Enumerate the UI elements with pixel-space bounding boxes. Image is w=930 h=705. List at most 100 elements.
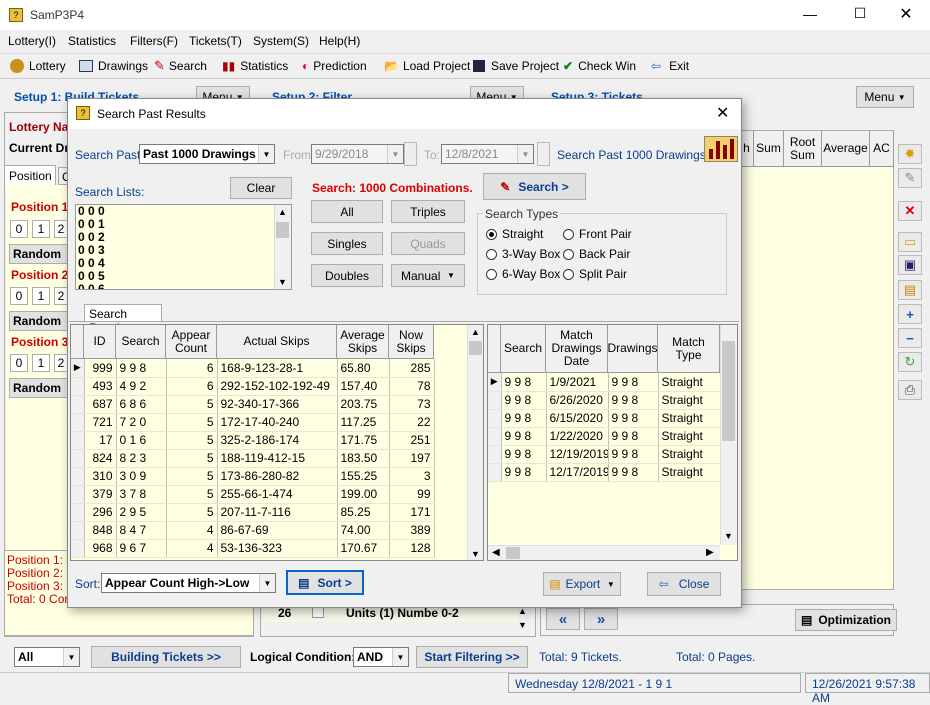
- table-row[interactable]: 9 9 8 1/22/2020 9 9 8 Straight: [488, 427, 721, 446]
- table-row[interactable]: ▶ 999 9 9 8 6 168-9-123-28-1 65.80 285: [71, 359, 435, 378]
- menu-tickets[interactable]: Tickets(T): [189, 34, 242, 48]
- radio-front-pair[interactable]: Front Pair: [563, 227, 632, 241]
- optimization-button[interactable]: ▤ Optimization: [795, 609, 897, 631]
- left-grid-scrollbar[interactable]: [467, 325, 483, 560]
- edit-icon[interactable]: ✎: [898, 168, 922, 188]
- toolbar-lottery[interactable]: Lottery: [10, 55, 66, 77]
- folder-icon[interactable]: ▭: [898, 232, 922, 252]
- scroll-up-icon[interactable]: ▲: [471, 327, 480, 337]
- scroll-thumb[interactable]: [276, 222, 289, 238]
- radio-split-pair[interactable]: Split Pair: [563, 267, 627, 281]
- sort-select[interactable]: Appear Count High->Low ▼: [101, 573, 276, 593]
- all-button[interactable]: All: [311, 200, 383, 223]
- clear-button[interactable]: Clear: [230, 177, 292, 199]
- scroll-right-icon[interactable]: ▶: [706, 547, 714, 558]
- setup3-menu-button[interactable]: Menu ▼: [856, 86, 914, 108]
- plus-icon[interactable]: +: [898, 304, 922, 324]
- search-button[interactable]: ✎ Search >: [483, 173, 586, 200]
- toolbar-search[interactable]: ✎ Search: [154, 55, 207, 77]
- table-row[interactable]: 379 3 7 8 5 255-66-1-474 199.00 99: [71, 485, 435, 504]
- triples-button[interactable]: Triples: [391, 200, 465, 223]
- minimize-button[interactable]: —: [800, 6, 820, 22]
- print-icon[interactable]: ⎙: [898, 380, 922, 400]
- sort-button[interactable]: ▤ Sort >: [286, 570, 364, 595]
- table-row[interactable]: 721 7 2 0 5 172-17-40-240 117.25 22: [71, 413, 435, 432]
- export-button[interactable]: ▤ Export ▼: [543, 572, 621, 596]
- logical-condition-select[interactable]: AND ▼: [353, 647, 409, 667]
- start-filtering-button[interactable]: Start Filtering >>: [416, 646, 528, 668]
- menu-lottery[interactable]: Lottery(I): [8, 34, 56, 48]
- pos2-digit-0[interactable]: 0: [10, 287, 28, 305]
- quads-button[interactable]: Quads: [391, 232, 465, 255]
- next-page-button[interactable]: »: [584, 608, 618, 630]
- table-row[interactable]: 9 9 8 12/17/2019 9 9 8 Straight: [488, 463, 721, 482]
- to-date-picker[interactable]: 12/8/2021 ▼: [441, 144, 534, 164]
- scroll-thumb[interactable]: [722, 341, 735, 441]
- search-past-select[interactable]: Past 1000 Drawings ▼: [139, 144, 275, 164]
- table-row[interactable]: 310 3 0 9 5 173-86-280-82 155.25 3: [71, 467, 435, 486]
- scroll-down-icon[interactable]: ▼: [518, 620, 527, 630]
- scroll-up-icon[interactable]: ▲: [278, 207, 287, 217]
- table-row[interactable]: ▶ 9 9 8 1/9/2021 9 9 8 Straight: [488, 373, 721, 392]
- toolbar-drawings[interactable]: Drawings: [79, 55, 148, 77]
- table-row[interactable]: 9 9 8 6/15/2020 9 9 8 Straight: [488, 409, 721, 428]
- scroll-left-icon[interactable]: ◀: [492, 547, 500, 558]
- pos1-digit-0[interactable]: 0: [10, 220, 28, 238]
- search-results-tab[interactable]: Search Results: [84, 304, 162, 335]
- pos3-digit-0[interactable]: 0: [10, 354, 28, 372]
- table-row[interactable]: 968 9 6 7 4 53-136-323 170.67 128: [71, 539, 435, 558]
- toolbar-save-project[interactable]: Save Project: [473, 55, 559, 77]
- pos3-digit-2[interactable]: 2: [54, 354, 68, 372]
- disk-icon[interactable]: ▣: [898, 255, 922, 275]
- pos2-digit-2[interactable]: 2: [54, 287, 68, 305]
- toolbar-statistics[interactable]: ▮▮ Statistics: [222, 55, 288, 77]
- from-spin[interactable]: [404, 142, 417, 166]
- toolbar-load-project[interactable]: 📂 Load Project: [384, 55, 470, 77]
- right-grid-hscroll[interactable]: [488, 545, 720, 560]
- pos3-random-button[interactable]: Random: [9, 378, 68, 398]
- dialog-close-button[interactable]: ✕: [716, 103, 729, 123]
- delete-icon[interactable]: ✕: [898, 201, 922, 221]
- toolbar-exit[interactable]: ⇦ Exit: [651, 55, 689, 77]
- pos2-digit-1[interactable]: 1: [32, 287, 50, 305]
- building-tickets-button[interactable]: Building Tickets >>: [91, 646, 241, 668]
- pos1-digit-2[interactable]: 2: [54, 220, 68, 238]
- maximize-button[interactable]: ☐: [850, 5, 870, 22]
- table-row[interactable]: 296 2 9 5 5 207-11-7-116 85.25 171: [71, 503, 435, 522]
- menu-filters[interactable]: Filters(F): [130, 34, 178, 48]
- scroll-down-icon[interactable]: ▼: [724, 531, 733, 541]
- table-row[interactable]: 848 8 4 7 4 86-67-69 74.00 389: [71, 521, 435, 540]
- search-list-item[interactable]: 0 0 6: [78, 283, 105, 289]
- singles-button[interactable]: Singles: [311, 232, 383, 255]
- table-row[interactable]: 687 6 8 6 5 92-340-17-366 203.75 73: [71, 395, 435, 414]
- scroll-down-icon[interactable]: ▼: [278, 277, 287, 287]
- first-page-button[interactable]: «: [546, 608, 580, 630]
- menu-statistics[interactable]: Statistics: [68, 34, 116, 48]
- from-date-picker[interactable]: 9/29/2018 ▼: [311, 144, 404, 164]
- to-spin[interactable]: [537, 142, 550, 166]
- all-filter-select[interactable]: All ▼: [14, 647, 80, 667]
- table-row[interactable]: 493 4 9 2 6 292-152-102-192-49 157.40 78: [71, 377, 435, 396]
- scroll-down-icon[interactable]: ▼: [471, 549, 480, 559]
- close-button[interactable]: ⇦ Close: [647, 572, 721, 596]
- radio-straight[interactable]: Straight: [486, 227, 543, 241]
- radio-3way-box[interactable]: 3-Way Box: [486, 247, 560, 261]
- document-icon[interactable]: ▤: [898, 280, 922, 300]
- search-list-box[interactable]: [75, 204, 292, 290]
- radio-6way-box[interactable]: 6-Way Box: [486, 267, 560, 281]
- pos3-digit-1[interactable]: 1: [32, 354, 50, 372]
- pos1-random-button[interactable]: Random: [9, 244, 68, 264]
- doubles-button[interactable]: Doubles: [311, 264, 383, 287]
- radio-back-pair[interactable]: Back Pair: [563, 247, 630, 261]
- scroll-thumb[interactable]: [469, 341, 482, 355]
- table-row[interactable]: 824 8 2 3 5 188-119-412-15 183.50 197: [71, 449, 435, 468]
- pos1-digit-1[interactable]: 1: [32, 220, 50, 238]
- minus-icon[interactable]: −: [898, 328, 922, 348]
- scroll-thumb-h[interactable]: [506, 547, 520, 559]
- manual-button[interactable]: Manual ▼: [391, 264, 465, 287]
- toolbar-prediction[interactable]: ◐ Prediction: [302, 55, 367, 77]
- table-row[interactable]: 9 9 8 6/26/2020 9 9 8 Straight: [488, 391, 721, 410]
- table-row[interactable]: 9 9 8 12/19/2019 9 9 8 Straight: [488, 445, 721, 464]
- toolbar-check-win[interactable]: ✔ Check Win: [563, 55, 636, 77]
- table-row[interactable]: 17 0 1 6 5 325-2-186-174 171.75 251: [71, 431, 435, 450]
